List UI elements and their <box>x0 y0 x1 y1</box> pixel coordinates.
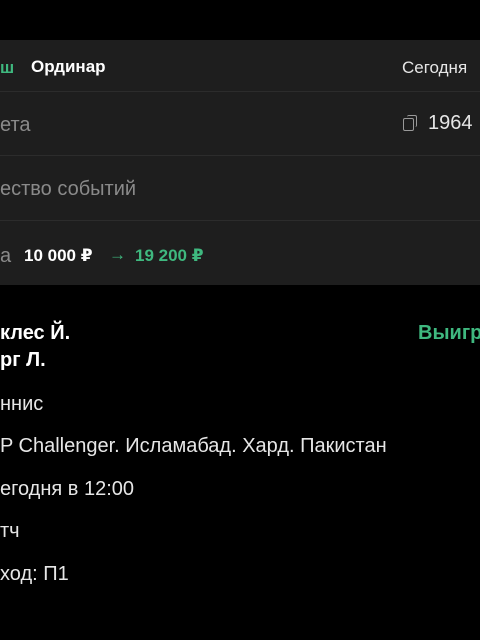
tournament-label: P Challenger. Исламабад. Хард. Пакистан <box>0 435 387 457</box>
bet-type-label: Ординар <box>31 57 106 76</box>
outcome-label: ход: П1 <box>0 563 69 585</box>
date-label: Сегодня <box>402 58 468 77</box>
market-label: тч <box>0 520 20 542</box>
stake-amount: 10 000 ₽ <box>24 246 93 265</box>
ticket-label: ета <box>0 114 31 136</box>
events-count-row: ество событий <box>0 155 480 220</box>
event-time: егодня в 12:00 <box>0 478 134 500</box>
bet-summary-card: ш Ординар Сегодня ета ество событий а 10… <box>0 40 480 285</box>
ticket-number: 1964 <box>428 112 473 134</box>
result-badge: Выигр <box>418 322 480 344</box>
player-2: рг Л. <box>0 349 46 371</box>
arrow-right-icon: → <box>109 245 126 264</box>
stake-row: а 10 000 ₽ → 19 200 ₽ <box>0 220 480 285</box>
copy-icon[interactable] <box>403 115 417 131</box>
payout-amount: 19 200 ₽ <box>135 246 204 265</box>
player-1: клес Й. <box>0 322 71 344</box>
sport-label: ннис <box>0 393 44 415</box>
events-count-label: ество событий <box>0 178 137 200</box>
stake-label: а <box>0 245 12 267</box>
status-label: ш <box>0 58 15 77</box>
